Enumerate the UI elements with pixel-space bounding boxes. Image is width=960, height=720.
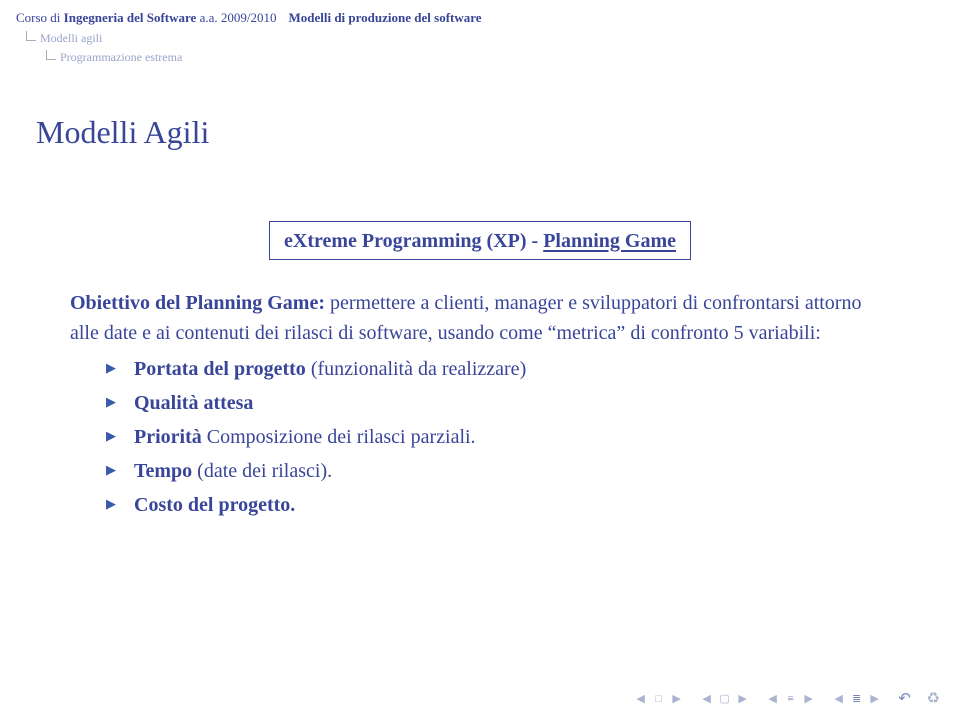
beamer-nav-bar: ◀ □ ▶ ◀ ▢ ▶ ◀ ≡ ▶ ◀ ≣ ▶ ↶ ♻ bbox=[633, 689, 940, 708]
lead-bold: Obiettivo del Planning Game: bbox=[70, 292, 325, 314]
bullet-rest: Composizione dei rilasci parziali. bbox=[202, 426, 476, 448]
bullet-term: Portata del progetto bbox=[134, 358, 306, 380]
breadcrumb-2-text: Programmazione estrema bbox=[60, 48, 182, 66]
section-title: Modelli di produzione del software bbox=[288, 10, 481, 25]
course-year: a.a. 2009/2010 bbox=[196, 10, 276, 25]
list-item: Priorità Composizione dei rilasci parzia… bbox=[106, 422, 890, 452]
breadcrumb-1-text: Modelli agili bbox=[40, 29, 102, 47]
nav-section-icon: ≡ bbox=[783, 691, 799, 707]
nav-subsection-icon: ≣ bbox=[849, 691, 865, 707]
nav-prev-section-icon[interactable]: ◀ bbox=[765, 691, 781, 707]
subtitle-underlined: Planning Game bbox=[543, 230, 676, 252]
nav-subsection-group[interactable]: ◀ ≣ ▶ bbox=[831, 691, 883, 707]
page-title: Modelli Agili bbox=[36, 114, 960, 151]
list-item: Tempo (date dei rilasci). bbox=[106, 456, 890, 486]
bullet-term: Priorità bbox=[134, 426, 202, 448]
bullet-rest: (funzionalità da realizzare) bbox=[306, 358, 526, 380]
slide-header: Corso di Ingegneria del Software a.a. 20… bbox=[0, 0, 960, 66]
nav-back-icon[interactable]: ↶ bbox=[897, 691, 913, 707]
nav-next-subsection-icon[interactable]: ▶ bbox=[867, 691, 883, 707]
breadcrumb-level-1: Modelli agili bbox=[26, 29, 960, 47]
list-item: Portata del progetto (funzionalità da re… bbox=[106, 354, 890, 384]
nav-next-slide-icon[interactable]: ▶ bbox=[669, 691, 685, 707]
nav-search-icon[interactable]: ♻ bbox=[927, 689, 940, 708]
tree-branch-icon bbox=[26, 31, 36, 41]
subtitle-box: eXtreme Programming (XP) - Planning Game bbox=[269, 221, 691, 260]
bullet-rest: (date dei rilasci). bbox=[192, 460, 332, 482]
nav-prev-subsection-icon[interactable]: ◀ bbox=[831, 691, 847, 707]
nav-frame-icon: ▢ bbox=[717, 691, 733, 707]
list-item: Qualità attesa bbox=[106, 388, 890, 418]
bullet-term: Costo del progetto. bbox=[134, 494, 295, 516]
bullet-list: Portata del progetto (funzionalità da re… bbox=[106, 354, 890, 520]
nav-section-group[interactable]: ◀ ≡ ▶ bbox=[765, 691, 817, 707]
lead-paragraph: Obiettivo del Planning Game: permettere … bbox=[70, 288, 890, 348]
body-content: Obiettivo del Planning Game: permettere … bbox=[70, 288, 890, 520]
bullet-term: Tempo bbox=[134, 460, 192, 482]
tree-branch-icon bbox=[46, 50, 56, 60]
subtitle-main: eXtreme Programming (XP) - bbox=[284, 230, 543, 252]
bullet-term: Qualità attesa bbox=[134, 392, 253, 414]
course-prefix: Corso di bbox=[16, 10, 64, 25]
nav-frame-group[interactable]: ◀ ▢ ▶ bbox=[699, 691, 751, 707]
nav-next-frame-icon[interactable]: ▶ bbox=[735, 691, 751, 707]
nav-next-section-icon[interactable]: ▶ bbox=[801, 691, 817, 707]
nav-slide-group[interactable]: ◀ □ ▶ bbox=[633, 691, 685, 707]
nav-prev-frame-icon[interactable]: ◀ bbox=[699, 691, 715, 707]
list-item: Costo del progetto. bbox=[106, 490, 890, 520]
nav-prev-slide-icon[interactable]: ◀ bbox=[633, 691, 649, 707]
course-name: Ingegneria del Software bbox=[64, 10, 197, 25]
nav-slide-icon: □ bbox=[651, 691, 667, 707]
subtitle-box-wrapper: eXtreme Programming (XP) - Planning Game bbox=[0, 221, 960, 260]
breadcrumb-level-2: Programmazione estrema bbox=[46, 48, 960, 66]
header-top-line: Corso di Ingegneria del Software a.a. 20… bbox=[16, 8, 960, 28]
